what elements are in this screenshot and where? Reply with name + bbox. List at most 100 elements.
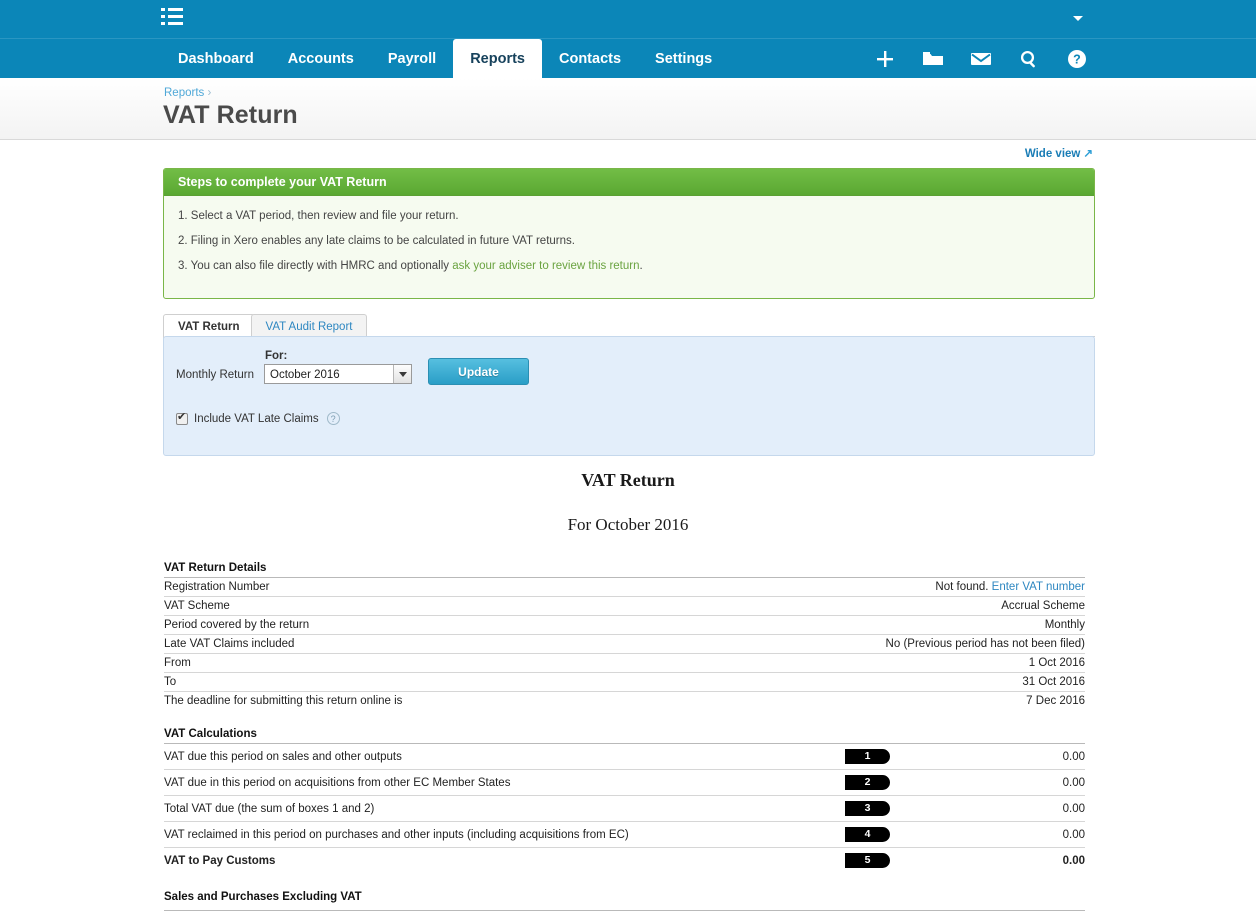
steps-panel: Steps to complete your VAT Return 1. Sel… (163, 168, 1095, 299)
table-row: To 31 Oct 2016 (164, 672, 1085, 692)
main-navigation: Dashboard Accounts Payroll Reports Conta… (0, 38, 1256, 79)
row-value: 0.00 (905, 795, 1085, 822)
include-late-claims-label: Include VAT Late Claims (194, 412, 319, 425)
row-value-text: Not found. (935, 581, 992, 593)
row-label: To (164, 672, 625, 692)
row-value: Not found. Enter VAT number (624, 577, 1085, 597)
table-row: VAT due in this period on acquisitions f… (164, 769, 1085, 796)
table-row: VAT to Pay Customs 5 0.00 (164, 847, 1085, 873)
row-box: 4 (845, 821, 905, 848)
row-label: VAT due this period on sales and other o… (164, 743, 845, 770)
row-value: 31 Oct 2016 (624, 672, 1085, 692)
wide-view-link[interactable]: Wide view ↗ (1025, 146, 1093, 160)
breadcrumb-separator: › (207, 87, 212, 99)
report-filter-panel: Monthly Return For: October 2016 Update … (163, 336, 1095, 456)
nav-tab-accounts[interactable]: Accounts (271, 39, 371, 79)
steps-panel-heading: Steps to complete your VAT Return (164, 169, 1094, 196)
adviser-review-link[interactable]: ask your adviser to review this return (452, 260, 639, 272)
row-label: VAT reclaimed in this period on purchase… (164, 821, 845, 848)
row-value: 7 Dec 2016 (624, 691, 1085, 710)
chevron-down-icon[interactable] (393, 365, 411, 383)
help-icon[interactable]: ? (1066, 48, 1088, 70)
nav-tab-list: Dashboard Accounts Payroll Reports Conta… (161, 39, 729, 79)
row-label: Period covered by the return (164, 615, 625, 635)
table-row: VAT due this period on sales and other o… (164, 743, 1085, 770)
report-title: VAT Return (581, 470, 675, 490)
tab-vat-audit-report[interactable]: VAT Audit Report (250, 314, 368, 338)
row-box: 1 (845, 743, 905, 770)
calculations-section-heading: VAT Calculations (164, 728, 257, 740)
box-number-badge: 5 (845, 853, 890, 868)
nav-tab-reports[interactable]: Reports (453, 39, 542, 79)
row-label: VAT due in this period on acquisitions f… (164, 769, 845, 796)
row-box: 3 (845, 795, 905, 822)
details-section-heading: VAT Return Details (164, 562, 267, 574)
nav-tab-payroll[interactable]: Payroll (371, 39, 453, 79)
row-value: 1 Oct 2016 (624, 653, 1085, 673)
row-label: Registration Number (164, 577, 625, 597)
row-value: Accrual Scheme (624, 596, 1085, 616)
row-value: 0.00 (905, 847, 1085, 873)
step-1: 1. Select a VAT period, then review and … (178, 210, 459, 222)
period-select[interactable]: October 2016 (264, 364, 412, 384)
folder-icon[interactable] (922, 48, 944, 70)
step-3-suffix: . (639, 260, 643, 272)
period-select-value: October 2016 (270, 369, 340, 381)
box-number-badge: 4 (845, 827, 890, 842)
late-claims-row: Include VAT Late Claims ? (176, 411, 340, 425)
update-button[interactable]: Update (428, 358, 529, 385)
row-value: 0.00 (905, 743, 1085, 770)
nav-icon-group: ? (874, 39, 1088, 79)
sales-section-heading: Sales and Purchases Excluding VAT (164, 891, 362, 903)
steps-panel-body: 1. Select a VAT period, then review and … (164, 196, 1094, 298)
step-2: 2. Filing in Xero enables any late claim… (178, 235, 575, 247)
nav-tab-dashboard[interactable]: Dashboard (161, 39, 271, 79)
include-late-claims-checkbox[interactable] (176, 411, 188, 425)
row-label: VAT Scheme (164, 596, 625, 616)
question-mark-icon[interactable]: ? (326, 412, 340, 425)
step-3-prefix: 3. You can also file directly with HMRC … (178, 260, 453, 272)
row-box: 5 (845, 847, 905, 873)
page-title: VAT Return (163, 101, 298, 129)
breadcrumb: Reports › (164, 87, 211, 99)
row-label: The deadline for submitting this return … (164, 691, 625, 710)
nav-tab-settings[interactable]: Settings (638, 39, 729, 79)
table-row: VAT reclaimed in this period on purchase… (164, 821, 1085, 848)
wide-view-label: Wide view (1024, 148, 1081, 160)
table-row: Period covered by the return Monthly (164, 615, 1085, 635)
table-row: Registration Number Not found. Enter VAT… (164, 577, 1085, 597)
nav-tab-contacts[interactable]: Contacts (542, 39, 638, 79)
plus-icon[interactable] (874, 48, 896, 70)
enter-vat-number-link[interactable]: Enter VAT number (992, 581, 1085, 593)
row-label: Total VAT due (the sum of boxes 1 and 2) (164, 795, 845, 822)
table-row: The deadline for submitting this return … (164, 691, 1085, 710)
step-3: 3. You can also file directly with HMRC … (178, 260, 1080, 272)
row-value: 0.00 (905, 769, 1085, 796)
report-tab-strip: VAT Return VAT Audit Report (163, 313, 1095, 339)
box-number-badge: 1 (845, 749, 890, 764)
list-icon[interactable] (161, 8, 183, 25)
row-box: 2 (845, 769, 905, 796)
row-label: VAT to Pay Customs (164, 847, 845, 873)
table-row: From 1 Oct 2016 (164, 653, 1085, 673)
row-value: Monthly (624, 615, 1085, 635)
table-row: Total VAT due (the sum of boxes 1 and 2)… (164, 795, 1085, 822)
row-value: No (Previous period has not been filed) (624, 634, 1085, 654)
return-type-label: Monthly Return (176, 369, 254, 381)
row-label: Late VAT Claims included (164, 634, 625, 654)
row-label: From (164, 653, 625, 673)
box-number-badge: 2 (845, 775, 890, 790)
envelope-icon[interactable] (970, 48, 992, 70)
report-subtitle: For October 2016 (567, 515, 689, 534)
row-value: 0.00 (905, 821, 1085, 848)
search-icon[interactable] (1018, 48, 1040, 70)
top-bar (0, 0, 1256, 38)
vat-calculations-table: VAT due this period on sales and other o… (164, 743, 1085, 873)
svg-text:?: ? (1073, 53, 1081, 67)
vat-return-details-table: Registration Number Not found. Enter VAT… (164, 577, 1085, 710)
report-body: VAT Return Details Registration Number N… (164, 560, 1085, 911)
breadcrumb-link-reports[interactable]: Reports (164, 87, 204, 99)
table-row: Late VAT Claims included No (Previous pe… (164, 634, 1085, 654)
chevron-down-icon[interactable] (1073, 16, 1083, 21)
table-row: VAT Scheme Accrual Scheme (164, 596, 1085, 616)
